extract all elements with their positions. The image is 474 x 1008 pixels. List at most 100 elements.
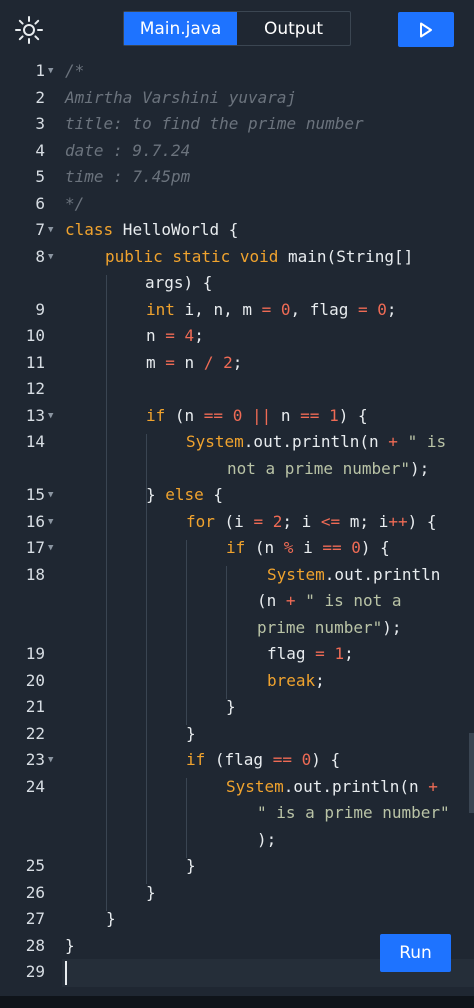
line-number: 15 bbox=[25, 485, 45, 504]
tab-output[interactable]: Output bbox=[237, 12, 350, 45]
line-number: 19 bbox=[25, 644, 45, 663]
toolbar: Main.java Output bbox=[0, 0, 474, 58]
code-text: System.out.println(n + " is bbox=[186, 432, 447, 451]
comment: time : 7.45pm bbox=[65, 167, 191, 186]
code-line: 6 */ bbox=[0, 191, 474, 218]
code-text: } bbox=[186, 856, 196, 875]
code-text: if (n % i == 0) { bbox=[226, 538, 390, 557]
comment: date : 9.7.24 bbox=[65, 140, 191, 160]
line-number: 18 bbox=[25, 564, 45, 584]
line-number: 3 bbox=[35, 114, 45, 133]
code-line: 4 date : 9.7.24 bbox=[0, 138, 474, 165]
code-text: prime number"); bbox=[257, 617, 402, 637]
code-text: class HelloWorld { bbox=[65, 220, 239, 239]
code-line: 16 ▼ for (i = 2; i <= m; i++) { bbox=[0, 509, 474, 536]
line-number: 10 bbox=[25, 326, 45, 345]
comment: /* bbox=[65, 61, 85, 80]
line-number: 9 bbox=[35, 299, 45, 319]
code-line: 2 Amirtha Varshini yuvaraj bbox=[0, 85, 474, 112]
code-text: for (i = 2; i <= m; i++) { bbox=[186, 511, 437, 531]
bottom-bar bbox=[0, 996, 474, 1008]
code-line-wrap: args) { bbox=[0, 270, 474, 297]
line-number: 2 bbox=[35, 87, 45, 107]
code-line: 1 ▼ /* bbox=[0, 58, 474, 85]
line-number: 21 bbox=[25, 697, 45, 716]
code-text: int i, n, m = 0, flag = 0; bbox=[146, 299, 397, 319]
code-text: } bbox=[186, 723, 196, 743]
code-line: 20 break; bbox=[0, 668, 474, 695]
code-text: System.out.println bbox=[267, 564, 441, 584]
comment: */ bbox=[65, 193, 85, 213]
code-line: 17 ▼ if (n % i == 0) { bbox=[0, 535, 474, 562]
code-text: flag = 1; bbox=[267, 644, 354, 663]
code-line: 11 m = n / 2; bbox=[0, 350, 474, 377]
code-text: break; bbox=[267, 670, 325, 690]
line-number: 1 bbox=[35, 61, 45, 80]
line-number: 4 bbox=[35, 140, 45, 160]
fold-arrow-icon[interactable]: ▼ bbox=[48, 544, 53, 553]
code-text: } bbox=[106, 909, 116, 928]
line-number: 24 bbox=[25, 776, 45, 796]
code-line: 26 } bbox=[0, 880, 474, 907]
line-number: 17 bbox=[25, 538, 45, 557]
code-text: public static void main(String[] bbox=[105, 246, 414, 266]
comment: Amirtha Varshini yuvaraj bbox=[65, 87, 297, 107]
code-text: " is a prime number" bbox=[257, 803, 450, 822]
play-button[interactable] bbox=[398, 12, 454, 47]
code-line: 21 } bbox=[0, 694, 474, 721]
line-number: 6 bbox=[35, 193, 45, 213]
editor-scrollbar[interactable] bbox=[469, 733, 474, 813]
comment: title: to find the prime number bbox=[65, 114, 364, 133]
fold-arrow-icon[interactable]: ▼ bbox=[48, 226, 53, 235]
code-text: } else { bbox=[146, 485, 224, 504]
play-icon bbox=[420, 22, 432, 37]
line-number: 29 bbox=[25, 962, 45, 981]
code-text: m = n / 2; bbox=[146, 352, 243, 372]
code-text: } bbox=[146, 882, 156, 902]
tab-main-java[interactable]: Main.java bbox=[124, 12, 237, 45]
line-number: 27 bbox=[25, 909, 45, 928]
code-text: if (n == 0 || n == 1) { bbox=[146, 405, 368, 425]
code-line: 23 ▼ if (flag == 0) { bbox=[0, 747, 474, 774]
line-number: 7 bbox=[35, 220, 45, 239]
fold-arrow-icon[interactable]: ▼ bbox=[48, 411, 53, 421]
code-editor[interactable]: 1 ▼ /* 2 Amirtha Varshini yuvaraj 3 titl… bbox=[0, 58, 474, 996]
fold-arrow-icon[interactable]: ▼ bbox=[48, 756, 53, 765]
run-button[interactable]: Run bbox=[380, 934, 451, 972]
line-number: 16 bbox=[25, 511, 45, 531]
code-line: 10 n = 4; bbox=[0, 323, 474, 350]
line-number: 20 bbox=[25, 670, 45, 690]
code-line: 24 System.out.println(n + bbox=[0, 774, 474, 801]
sun-icon[interactable] bbox=[14, 15, 44, 45]
code-line: 15 ▼ } else { bbox=[0, 482, 474, 509]
line-number: 25 bbox=[25, 856, 45, 875]
code-text: n = 4; bbox=[146, 326, 204, 345]
code-line: 14 System.out.println(n + " is bbox=[0, 429, 474, 456]
line-number: 26 bbox=[25, 882, 45, 902]
code-line: 27 } bbox=[0, 906, 474, 933]
code-line-wrap: " is a prime number" bbox=[0, 800, 474, 827]
line-number: 22 bbox=[25, 723, 45, 743]
line-number: 12 bbox=[25, 379, 45, 398]
code-line-wrap: not a prime number"); bbox=[0, 456, 474, 483]
code-line: 12 bbox=[0, 376, 474, 403]
line-number: 5 bbox=[35, 167, 45, 186]
code-line: 22 } bbox=[0, 721, 474, 748]
fold-arrow-icon[interactable]: ▼ bbox=[48, 517, 53, 527]
line-number: 28 bbox=[25, 935, 45, 955]
fold-arrow-icon[interactable]: ▼ bbox=[48, 252, 53, 262]
line-number: 8 bbox=[35, 246, 45, 266]
code-line: 5 time : 7.45pm bbox=[0, 164, 474, 191]
line-number: 23 bbox=[25, 750, 45, 769]
line-number: 14 bbox=[25, 432, 45, 451]
code-line: 3 title: to find the prime number bbox=[0, 111, 474, 138]
fold-arrow-icon[interactable]: ▼ bbox=[48, 67, 53, 76]
code-line: 9 int i, n, m = 0, flag = 0; bbox=[0, 297, 474, 324]
code-line: 19 flag = 1; bbox=[0, 641, 474, 668]
code-text: System.out.println(n + bbox=[226, 776, 438, 796]
fold-arrow-icon[interactable]: ▼ bbox=[48, 491, 53, 500]
line-number: 11 bbox=[25, 352, 45, 372]
code-text: not a prime number"); bbox=[227, 458, 430, 478]
code-line: 7 ▼ class HelloWorld { bbox=[0, 217, 474, 244]
file-tabs: Main.java Output bbox=[123, 11, 351, 46]
